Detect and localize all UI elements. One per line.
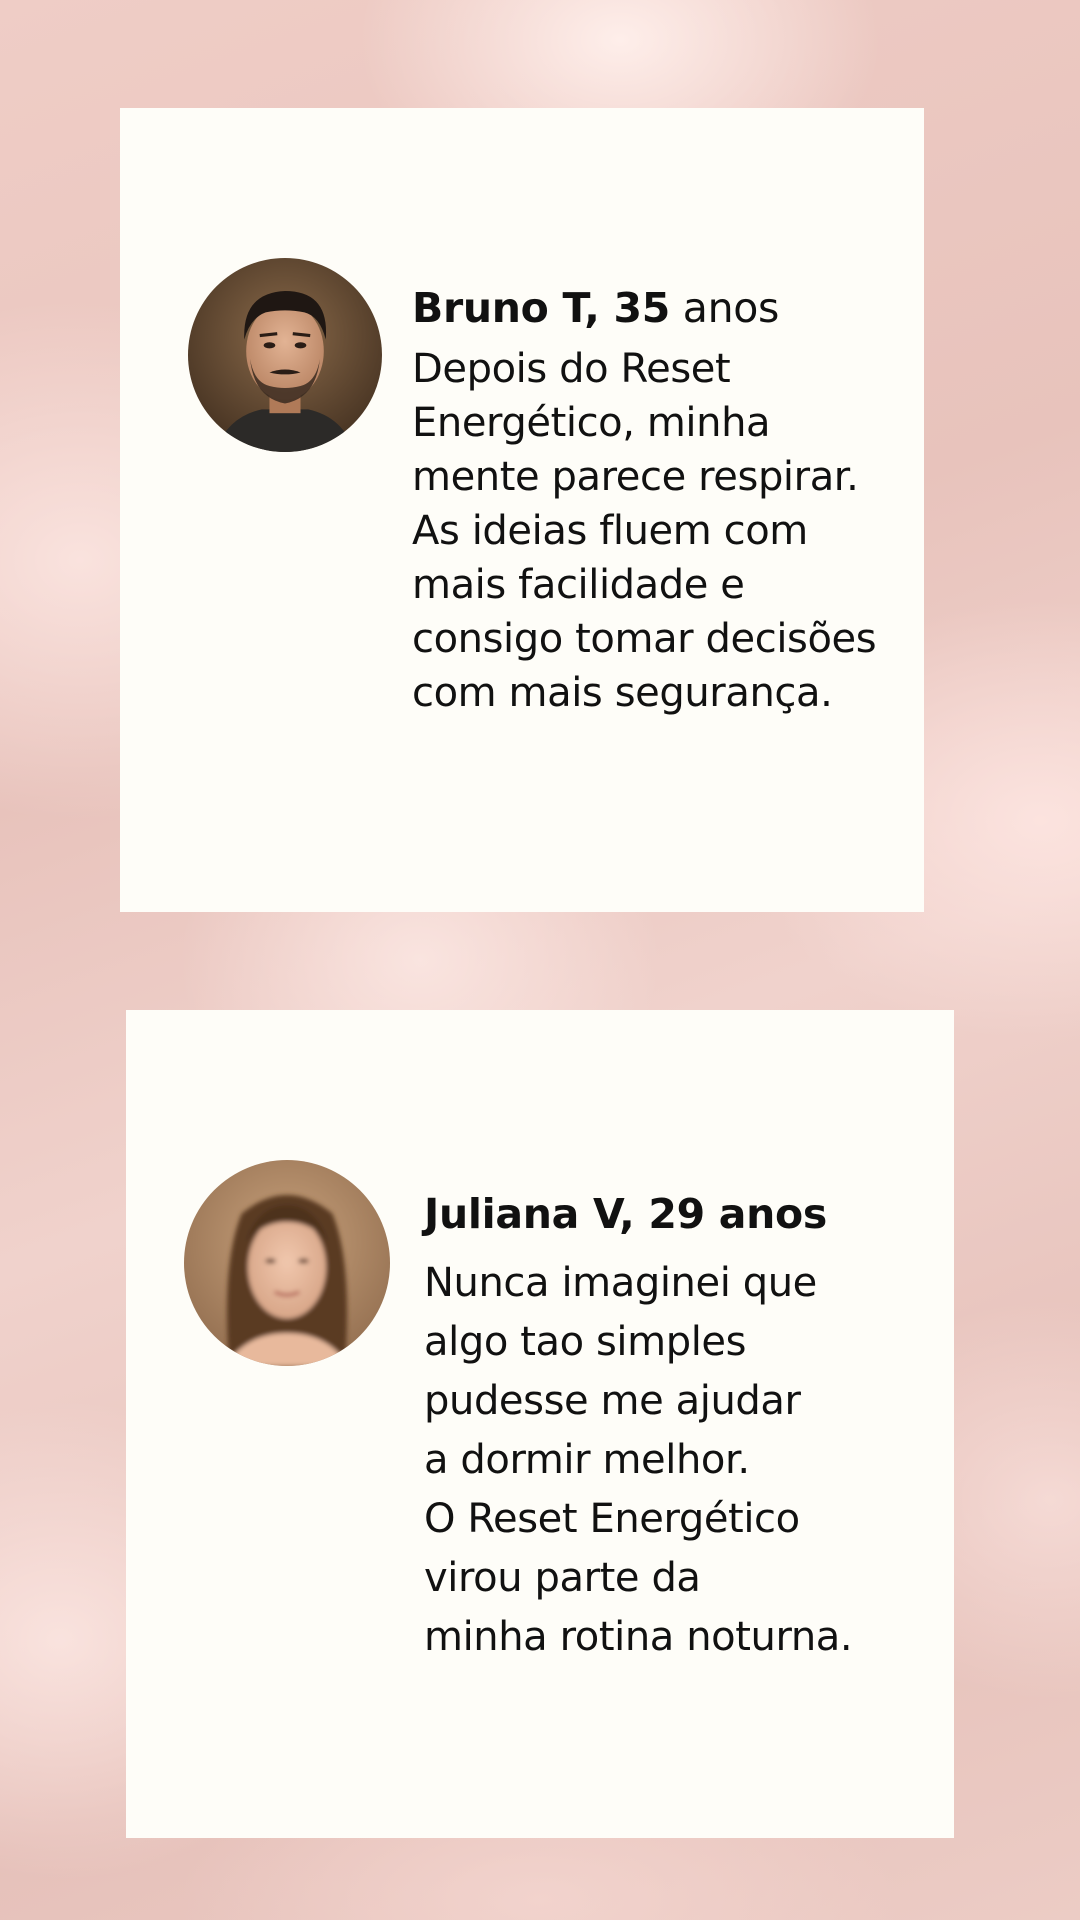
author-age-suffix: anos	[670, 284, 780, 332]
testimonial-text: Bruno T, 35 anos Depois do Reset Energét…	[412, 282, 912, 720]
man-portrait-avatar	[188, 258, 382, 452]
woman-portrait-avatar	[184, 1160, 390, 1366]
testimonial-card-juliana: Juliana V, 29 anos Nunca imaginei que al…	[126, 1010, 954, 1838]
testimonial-author: Juliana V, 29 anos	[424, 1188, 944, 1240]
author-name: Juliana V, 29 anos	[424, 1190, 827, 1238]
testimonial-text: Juliana V, 29 anos Nunca imaginei que al…	[424, 1188, 944, 1667]
testimonial-quote: Nunca imaginei que algo tao simples pude…	[424, 1260, 853, 1660]
testimonial-card-bruno: Bruno T, 35 anos Depois do Reset Energét…	[120, 108, 924, 912]
man-portrait-icon	[188, 258, 382, 452]
testimonial-author: Bruno T, 35 anos	[412, 282, 912, 334]
testimonial-quote: Depois do Reset Energético, minha mente …	[412, 346, 877, 716]
author-name: Bruno T, 35	[412, 284, 671, 332]
woman-portrait-icon	[184, 1160, 390, 1366]
